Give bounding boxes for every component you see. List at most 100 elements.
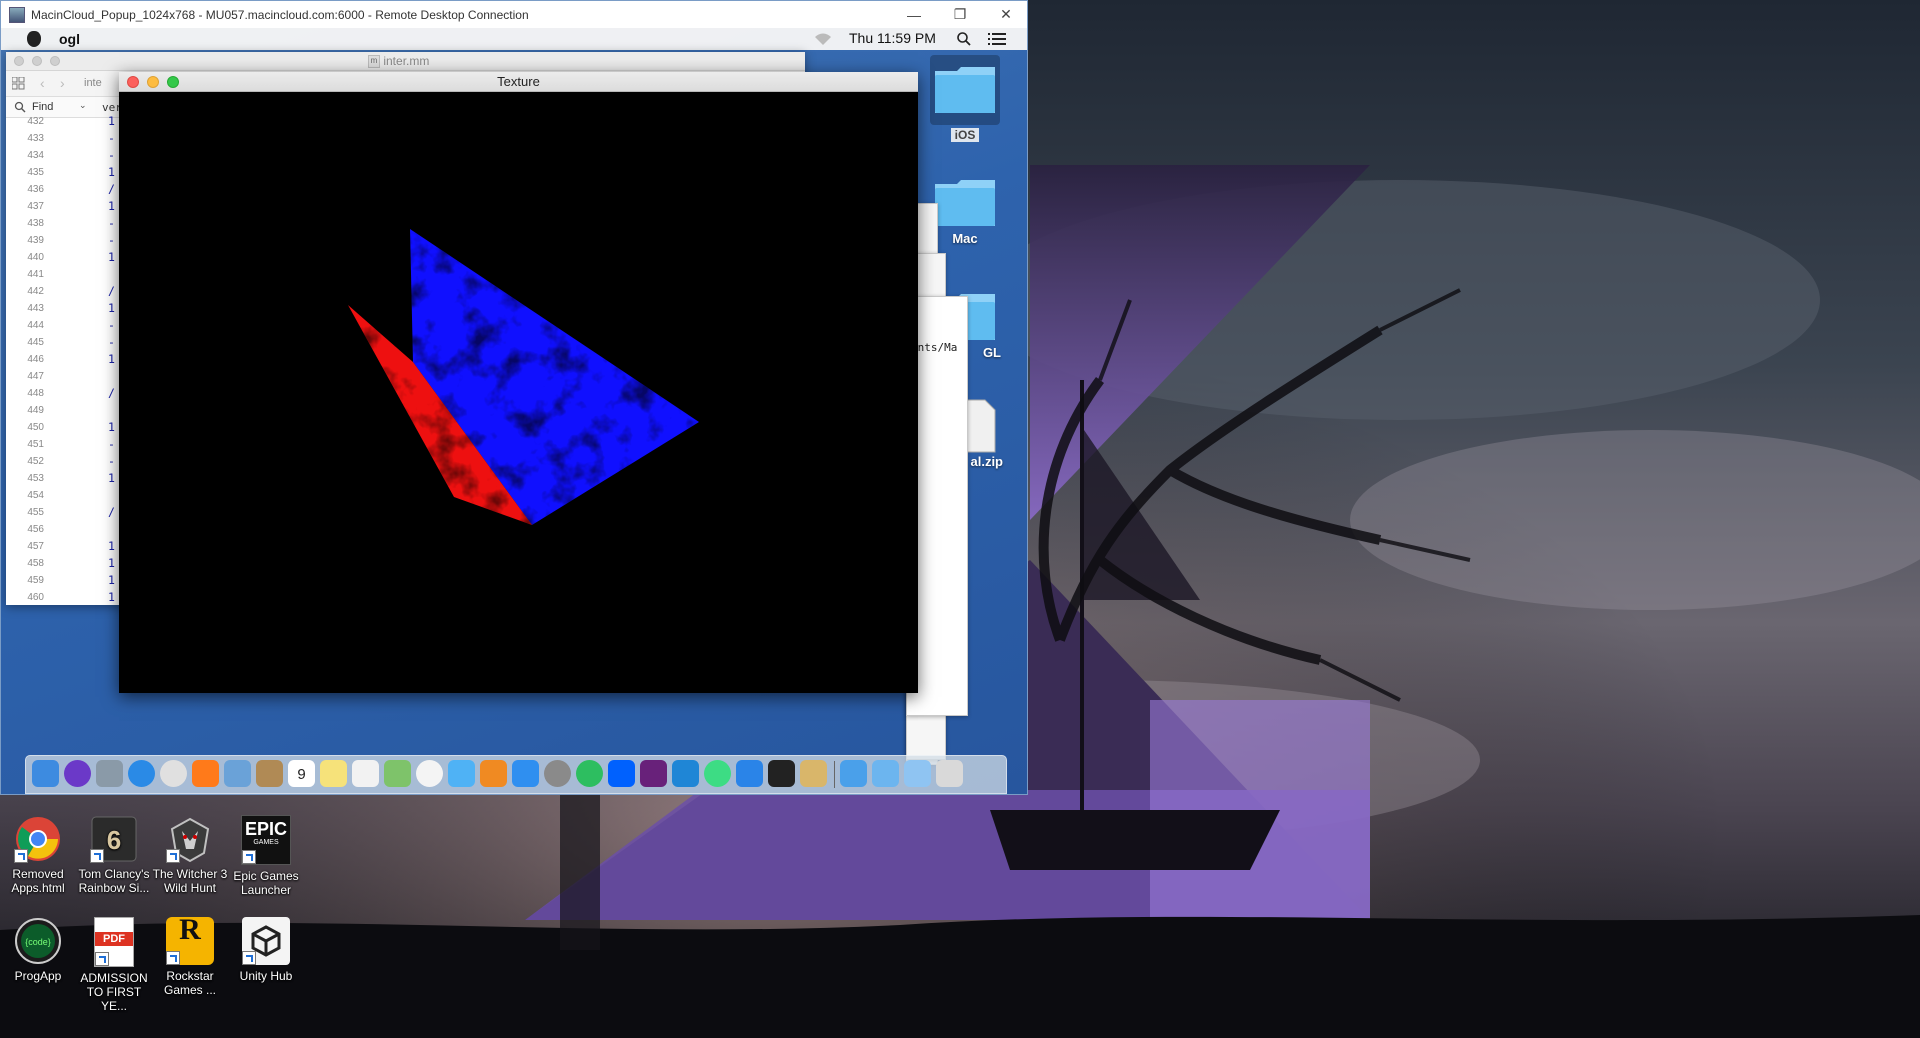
dock-vscode-icon[interactable]: [672, 760, 699, 787]
desktop-icon-rainbow-six[interactable]: 6 Tom Clancy's Rainbow Si...: [76, 815, 152, 895]
dock-reminders-icon[interactable]: [352, 760, 379, 787]
rdp-close-button[interactable]: ✕: [983, 1, 1029, 28]
code-line[interactable]: 1: [108, 471, 115, 485]
dock-dropbox-icon[interactable]: [608, 760, 635, 787]
desktop-icon-epic-games[interactable]: EPIC GAMES Epic Games Launcher: [228, 815, 304, 897]
pdf-label: PDF: [95, 932, 133, 946]
xcode-file-tab[interactable]: m inter.mm: [368, 54, 429, 69]
code-line[interactable]: -: [108, 216, 115, 230]
breadcrumb[interactable]: inte: [84, 77, 102, 89]
desktop-icon-witcher3[interactable]: The Witcher 3 Wild Hunt: [152, 815, 228, 895]
dock-finder-icon[interactable]: [32, 760, 59, 787]
code-line[interactable]: -: [108, 233, 115, 247]
code-line[interactable]: 1: [108, 352, 115, 366]
menubar-clock[interactable]: Thu 11:59 PM: [849, 30, 936, 46]
code-line[interactable]: /: [108, 182, 115, 196]
dock-preview-icon[interactable]: [224, 760, 251, 787]
code-line[interactable]: -: [108, 148, 115, 162]
code-line[interactable]: 1: [108, 199, 115, 213]
dock-safari-icon[interactable]: [128, 760, 155, 787]
line-number: 433: [27, 133, 44, 144]
code-line[interactable]: -: [108, 454, 115, 468]
code-line[interactable]: /: [108, 386, 115, 400]
code-line[interactable]: 1: [108, 165, 115, 179]
texture-titlebar[interactable]: Texture: [119, 72, 918, 92]
dock-visual-studio-icon[interactable]: [640, 760, 667, 787]
dock-terminal-icon[interactable]: [768, 760, 795, 787]
desktop-icon-unity-hub[interactable]: Unity Hub: [228, 917, 304, 983]
dock-photos-icon[interactable]: [416, 760, 443, 787]
dock-instruments-icon[interactable]: [800, 760, 827, 787]
find-magnifier-icon[interactable]: [14, 101, 26, 113]
spotlight-search-icon[interactable]: [956, 31, 972, 47]
desktop-icon-progapp[interactable]: {code} ProgApp: [0, 917, 76, 983]
rockstar-icon: R: [166, 915, 214, 965]
rdp-titlebar[interactable]: MacinCloud_Popup_1024x768 - MU057.macinc…: [1, 1, 1027, 28]
find-mode-chevron-down-icon[interactable]: ⌄: [79, 100, 87, 111]
folder-icon: [935, 67, 995, 113]
dock-app-store-icon[interactable]: [512, 760, 539, 787]
line-number: 455: [27, 507, 44, 518]
dock-launchpad-icon[interactable]: [96, 760, 123, 787]
code-line[interactable]: 1: [108, 250, 115, 264]
zoom-button[interactable]: [167, 76, 179, 88]
code-line[interactable]: /: [108, 284, 115, 298]
apple-menu-icon[interactable]: [27, 31, 41, 47]
remote-desktop-window[interactable]: MacinCloud_Popup_1024x768 - MU057.macinc…: [0, 0, 1028, 795]
dock-applications-icon[interactable]: [904, 760, 931, 787]
dock-calendar-icon[interactable]: 9: [288, 760, 315, 787]
dock-android-studio-icon[interactable]: [704, 760, 731, 787]
notification-center-icon[interactable]: [988, 32, 1006, 46]
code-line[interactable]: 1: [108, 420, 115, 434]
desktop-icon-removed-apps[interactable]: Removed Apps.html: [0, 815, 76, 895]
rdp-minimize-button[interactable]: —: [891, 1, 937, 28]
wifi-icon[interactable]: [813, 32, 833, 46]
line-number: 446: [27, 354, 44, 365]
dock-system-preferences-icon[interactable]: [544, 760, 571, 787]
dock-separator: [834, 761, 835, 788]
zoom-button[interactable]: [50, 56, 60, 66]
desktop-icon-rockstar[interactable]: R Rockstar Games ...: [152, 915, 228, 998]
xcode-titlebar[interactable]: m inter.mm: [6, 52, 805, 71]
code-line[interactable]: /: [108, 505, 115, 519]
dock-xcode-icon[interactable]: [736, 760, 763, 787]
menubar-app-name[interactable]: ogl: [59, 31, 80, 47]
desktop-icon-admission-pdf[interactable]: PDF ADMISSION TO FIRST YE...: [76, 917, 152, 1013]
dock-notes-icon[interactable]: [320, 760, 347, 787]
texture-window[interactable]: Texture: [119, 72, 918, 693]
code-line[interactable]: -: [108, 335, 115, 349]
code-line[interactable]: -: [108, 131, 115, 145]
minimize-button[interactable]: [147, 76, 159, 88]
dock-firefox-icon[interactable]: [192, 760, 219, 787]
find-mode-label[interactable]: Find: [32, 101, 53, 113]
close-button[interactable]: [127, 76, 139, 88]
line-number: 436: [27, 184, 44, 195]
dock-trash-icon[interactable]: [936, 760, 963, 787]
back-chevron-icon[interactable]: ‹: [40, 75, 45, 91]
dock-chrome-icon[interactable]: [160, 760, 187, 787]
dock-downloads-icon[interactable]: [840, 760, 867, 787]
code-line[interactable]: 1: [108, 539, 115, 553]
mac-desktop-folder-ios[interactable]: iOS: [925, 55, 1005, 142]
code-line[interactable]: 1: [108, 590, 115, 604]
code-line[interactable]: -: [108, 437, 115, 451]
code-line[interactable]: -: [108, 318, 115, 332]
dock-books-icon[interactable]: [480, 760, 507, 787]
code-line[interactable]: 1: [108, 114, 115, 128]
dock-siri-icon[interactable]: [64, 760, 91, 787]
minimize-button[interactable]: [32, 56, 42, 66]
dock-evernote-icon[interactable]: [576, 760, 603, 787]
related-items-grid-icon[interactable]: [12, 77, 25, 90]
dock-maps-icon[interactable]: [384, 760, 411, 787]
dock-messages-icon[interactable]: [448, 760, 475, 787]
mac-menubar: ogl Thu 11:59 PM: [1, 28, 1027, 50]
code-line[interactable]: 1: [108, 573, 115, 587]
rdp-restore-button[interactable]: ❐: [937, 1, 983, 28]
code-line[interactable]: 1: [108, 556, 115, 570]
forward-chevron-icon[interactable]: ›: [60, 75, 65, 91]
dock-contacts-icon[interactable]: [256, 760, 283, 787]
code-line[interactable]: 1: [108, 301, 115, 315]
close-button[interactable]: [14, 56, 24, 66]
mac-remote-screen[interactable]: ogl Thu 11:59 PM iOS Mac GL al.zip ents/…: [1, 28, 1027, 794]
dock-documents-icon[interactable]: [872, 760, 899, 787]
